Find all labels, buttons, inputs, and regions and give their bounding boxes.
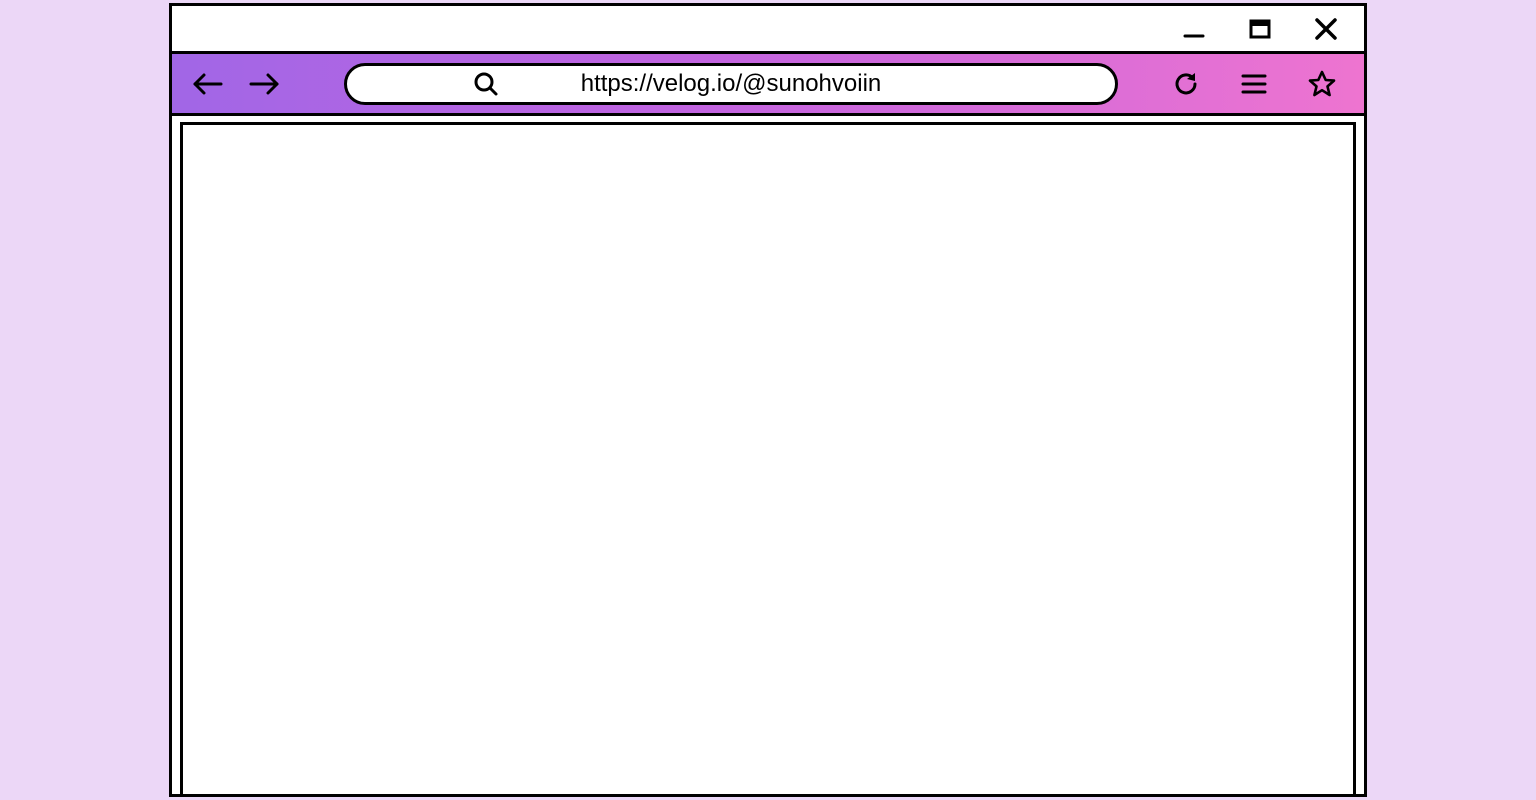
close-button[interactable] (1312, 15, 1340, 43)
bookmark-button[interactable] (1306, 68, 1338, 100)
maximize-icon (1248, 17, 1272, 41)
hamburger-icon (1240, 72, 1268, 96)
minimize-button[interactable] (1180, 15, 1208, 43)
reload-button[interactable] (1170, 68, 1202, 100)
toolbar-right-icons (1170, 68, 1338, 100)
star-icon (1307, 69, 1337, 99)
arrow-right-icon (247, 72, 281, 96)
forward-button[interactable] (246, 66, 282, 102)
reload-icon (1171, 69, 1201, 99)
arrow-left-icon (191, 72, 225, 96)
back-button[interactable] (190, 66, 226, 102)
browser-toolbar (172, 54, 1364, 116)
maximize-button[interactable] (1246, 15, 1274, 43)
menu-button[interactable] (1238, 68, 1270, 100)
close-icon (1313, 16, 1339, 42)
search-icon (473, 71, 499, 97)
address-bar[interactable] (344, 63, 1118, 105)
content-area (180, 122, 1356, 794)
title-bar (172, 6, 1364, 54)
minimize-icon (1182, 17, 1206, 41)
browser-window (169, 3, 1367, 797)
